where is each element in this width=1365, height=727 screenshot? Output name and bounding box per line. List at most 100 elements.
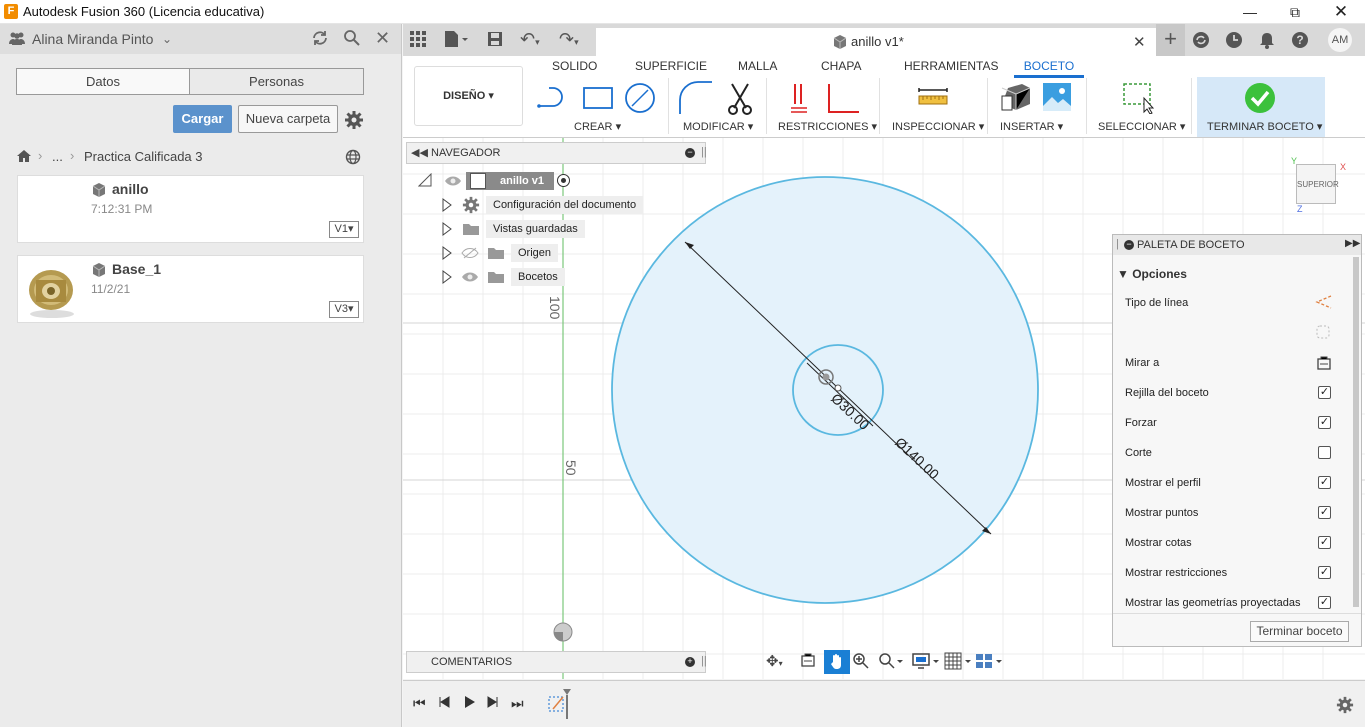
tab-boceto[interactable]: BOCETO xyxy=(1014,56,1084,78)
navigator-item-document-settings[interactable]: Configuración del documento xyxy=(486,196,644,214)
snap-checkbox[interactable]: ✓ xyxy=(1318,416,1331,429)
coincident-constraint-icon[interactable] xyxy=(789,82,809,117)
last-step-icon[interactable]: ⏭ xyxy=(511,695,524,712)
team-icon[interactable] xyxy=(8,30,26,51)
document-tab[interactable]: anillo v1* ✕ xyxy=(596,28,1156,56)
collapse-left-icon[interactable]: ◀◀ xyxy=(411,146,428,159)
upload-button[interactable]: Cargar xyxy=(173,105,232,133)
visibility-eye-icon[interactable] xyxy=(444,175,462,190)
navigator-item-origin[interactable]: Origen xyxy=(511,244,559,262)
visibility-eye-icon[interactable] xyxy=(461,271,479,286)
minus-icon[interactable]: − xyxy=(1124,240,1134,250)
close-panel-icon[interactable]: ✕ xyxy=(375,28,390,49)
navigator-item-sketches[interactable]: Bocetos xyxy=(511,268,565,286)
expand-arrow-icon[interactable] xyxy=(441,197,453,216)
notifications-bell-icon[interactable] xyxy=(1258,31,1276,52)
globe-icon[interactable] xyxy=(345,149,361,168)
insert-image-icon[interactable] xyxy=(1042,82,1072,115)
close-window-button[interactable]: ✕ xyxy=(1319,2,1363,22)
trim-scissors-icon[interactable] xyxy=(727,82,753,119)
show-dimensions-checkbox[interactable]: ✓ xyxy=(1318,536,1331,549)
insertar-menu[interactable]: INSERTAR ▾ xyxy=(1000,120,1063,133)
file-card-base[interactable]: Base_1 11/2/21 V3▾ xyxy=(17,255,364,323)
insert-derive-icon[interactable] xyxy=(1000,82,1032,117)
tab-datos[interactable]: Datos xyxy=(16,68,190,95)
previous-step-icon[interactable] xyxy=(437,695,451,712)
redo-icon[interactable]: ↷▾ xyxy=(559,29,579,50)
crear-menu[interactable]: CREAR ▾ xyxy=(574,120,621,133)
minimize-button[interactable]: — xyxy=(1228,2,1272,22)
file-card-anillo[interactable]: anillo 7:12:31 PM V1▾ xyxy=(17,175,364,243)
look-at-icon[interactable] xyxy=(1315,355,1333,374)
file-menu-icon[interactable] xyxy=(443,30,469,51)
plus-icon[interactable]: + xyxy=(685,657,695,667)
line-tool-icon[interactable] xyxy=(537,84,573,113)
tab-superficie[interactable]: SUPERFICIE xyxy=(635,59,707,73)
restricciones-menu[interactable]: RESTRICCIONES ▾ xyxy=(778,120,877,133)
close-tab-icon[interactable]: ✕ xyxy=(1133,33,1146,51)
expand-arrow-icon[interactable] xyxy=(441,245,453,264)
save-icon[interactable] xyxy=(487,31,503,50)
measure-ruler-icon[interactable] xyxy=(917,86,949,111)
perpendicular-constraint-icon[interactable] xyxy=(826,82,860,117)
expand-right-icon[interactable]: ▶▶ xyxy=(1345,238,1360,249)
sketch-timeline-item-icon[interactable] xyxy=(547,689,573,722)
zoom-icon[interactable] xyxy=(852,652,870,674)
slice-checkbox[interactable] xyxy=(1318,446,1331,459)
workspace-dropdown[interactable]: DISEÑO ▾ xyxy=(414,66,523,126)
home-icon[interactable] xyxy=(16,149,32,166)
rectangle-tool-icon[interactable] xyxy=(582,86,614,113)
tab-solido[interactable]: SOLIDO xyxy=(552,59,597,73)
minus-icon[interactable]: − xyxy=(685,148,695,158)
activate-radio-icon[interactable] xyxy=(557,174,570,187)
expand-arrow-icon[interactable] xyxy=(441,221,453,240)
panel-grip-icon[interactable]: || xyxy=(701,146,707,158)
tab-personas[interactable]: Personas xyxy=(189,68,364,95)
timeline-settings-gear-icon[interactable] xyxy=(1336,696,1354,717)
user-avatar[interactable]: AM xyxy=(1328,28,1352,52)
fillet-tool-icon[interactable] xyxy=(678,80,714,119)
panel-grip-icon[interactable]: | xyxy=(1116,238,1119,250)
palette-header[interactable]: | − PALETA DE BOCETO ▶▶ xyxy=(1113,235,1361,255)
app-grid-icon[interactable] xyxy=(410,31,426,50)
sketch-grid-checkbox[interactable]: ✓ xyxy=(1318,386,1331,399)
tab-malla[interactable]: MALLA xyxy=(738,59,777,73)
construction-icon[interactable] xyxy=(1315,324,1333,343)
play-icon[interactable] xyxy=(462,695,476,712)
show-projected-geometries-checkbox[interactable]: ✓ xyxy=(1318,596,1331,609)
circle-tool-icon[interactable] xyxy=(624,82,656,117)
first-step-icon[interactable]: ⏮ xyxy=(413,695,426,712)
pan-hand-icon[interactable] xyxy=(824,650,850,674)
terminar-boceto-menu[interactable]: TERMINAR BOCETO ▾ xyxy=(1207,120,1322,133)
show-points-checkbox[interactable]: ✓ xyxy=(1318,506,1331,519)
options-section[interactable]: ▼ Opciones xyxy=(1117,267,1187,281)
tab-herramientas[interactable]: HERRAMIENTAS xyxy=(904,59,998,73)
show-profile-checkbox[interactable]: ✓ xyxy=(1318,476,1331,489)
seleccionar-menu[interactable]: SELECCIONAR ▾ xyxy=(1098,120,1185,133)
orbit-icon[interactable]: ✥▾ xyxy=(766,652,783,670)
job-status-icon[interactable] xyxy=(1225,31,1243,52)
navigator-header[interactable]: ◀◀ NAVEGADOR − || xyxy=(406,142,707,164)
refresh-icon[interactable] xyxy=(311,29,329,52)
search-icon[interactable] xyxy=(343,29,361,52)
next-step-icon[interactable] xyxy=(486,695,500,712)
finish-sketch-button[interactable]: Terminar boceto xyxy=(1250,621,1349,642)
version-dropdown[interactable]: V1▾ xyxy=(329,221,359,238)
breadcrumb-ellipsis[interactable]: ... xyxy=(52,149,63,164)
look-at-icon[interactable] xyxy=(800,652,816,672)
breadcrumb-folder[interactable]: Practica Calificada 3 xyxy=(84,149,203,164)
show-constraints-checkbox[interactable]: ✓ xyxy=(1318,566,1331,579)
extensions-icon[interactable] xyxy=(1192,31,1210,52)
display-settings-icon[interactable] xyxy=(912,652,940,674)
panel-grip-icon[interactable]: || xyxy=(701,655,707,667)
fit-zoom-icon[interactable] xyxy=(878,652,904,674)
finish-sketch-check-icon[interactable] xyxy=(1244,82,1276,117)
expand-arrow-icon[interactable] xyxy=(441,269,453,288)
grid-settings-icon[interactable] xyxy=(944,652,972,674)
new-folder-button[interactable]: Nueva carpeta xyxy=(238,105,338,133)
undo-icon[interactable]: ↶▾ xyxy=(520,29,540,50)
chevron-down-icon[interactable]: ⌄ xyxy=(162,32,172,46)
modificar-menu[interactable]: MODIFICAR ▾ xyxy=(683,120,753,133)
navigator-item-saved-views[interactable]: Vistas guardadas xyxy=(486,220,585,238)
hidden-eye-icon[interactable] xyxy=(461,247,479,262)
